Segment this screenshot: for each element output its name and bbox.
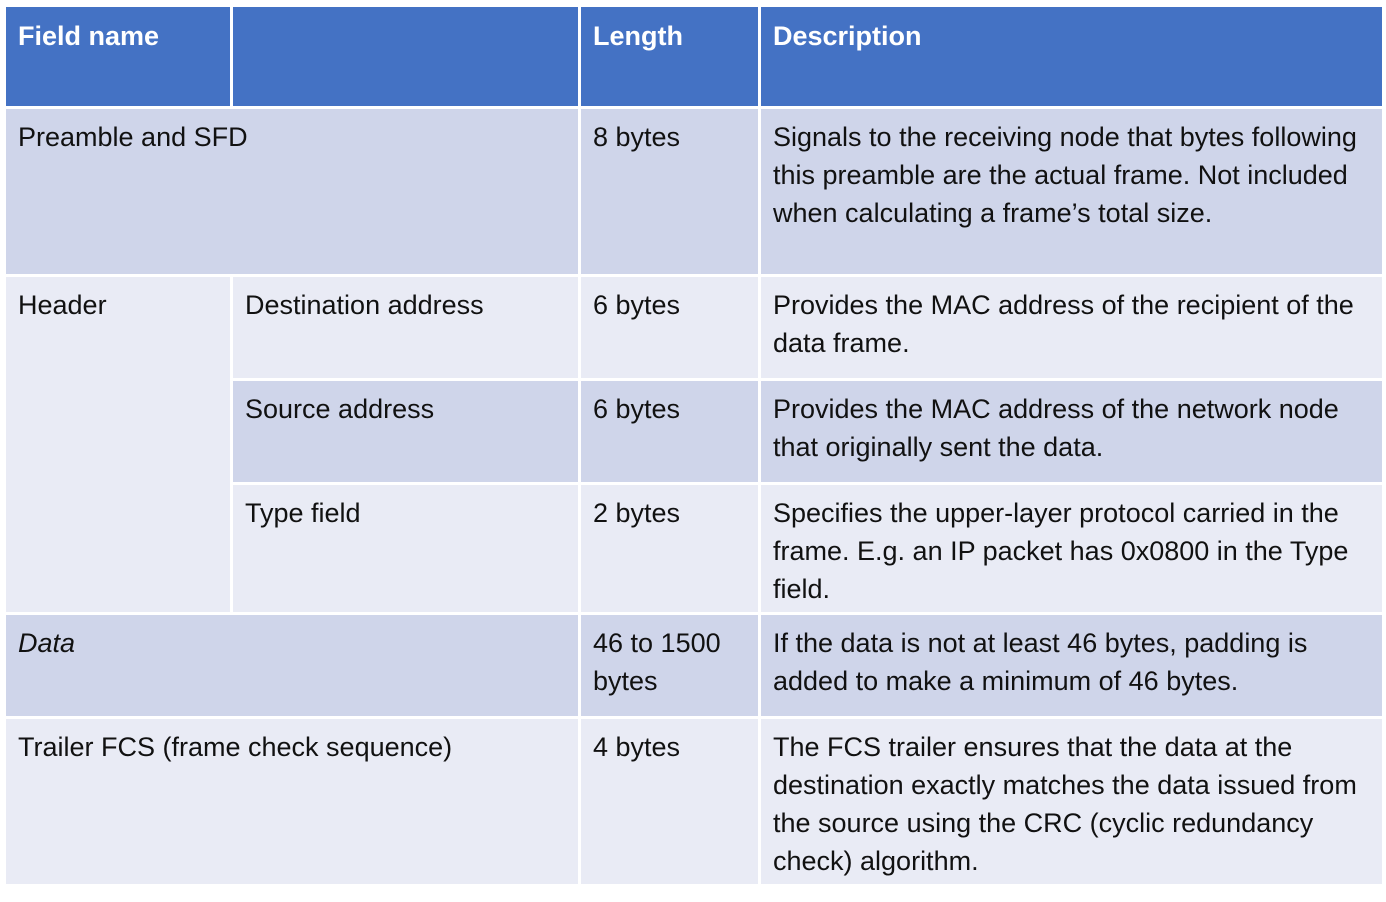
header-field: Header [3, 274, 233, 615]
ethernet-frame-table: Field name Length Description Preamble a… [3, 4, 1385, 887]
trailer-length: 4 bytes [578, 716, 761, 887]
table-row-trailer: Trailer FCS (frame check sequence) 4 byt… [3, 716, 1385, 887]
trailer-field: Trailer FCS (frame check sequence) [3, 716, 581, 887]
type-description: Specifies the upper-layer protocol carri… [758, 482, 1385, 615]
trailer-description: The FCS trailer ensures that the data at… [758, 716, 1385, 887]
data-length: 46 to 1500 bytes [578, 612, 761, 719]
data-description: If the data is not at least 46 bytes, pa… [758, 612, 1385, 719]
header-length: Length [578, 4, 761, 109]
data-field: Data [3, 612, 581, 719]
table-header-row: Field name Length Description [3, 4, 1385, 109]
table-row-destination-address: Header Destination address 6 bytes Provi… [3, 274, 1385, 615]
header-field-name: Field name [3, 4, 233, 109]
preamble-description: Signals to the receiving node that bytes… [758, 106, 1385, 277]
source-subfield: Source address [230, 378, 581, 485]
header-subfield [230, 4, 581, 109]
preamble-length: 8 bytes [578, 106, 761, 277]
header-description: Description [758, 4, 1385, 109]
type-subfield: Type field [230, 482, 581, 615]
type-length: 2 bytes [578, 482, 761, 615]
destination-length: 6 bytes [578, 274, 761, 381]
source-description: Provides the MAC address of the network … [758, 378, 1385, 485]
preamble-field: Preamble and SFD [3, 106, 581, 277]
table-row-preamble: Preamble and SFD 8 bytes Signals to the … [3, 106, 1385, 277]
destination-description: Provides the MAC address of the recipien… [758, 274, 1385, 381]
destination-subfield: Destination address [230, 274, 581, 381]
table-row-data: Data 46 to 1500 bytes If the data is not… [3, 612, 1385, 719]
source-length: 6 bytes [578, 378, 761, 485]
